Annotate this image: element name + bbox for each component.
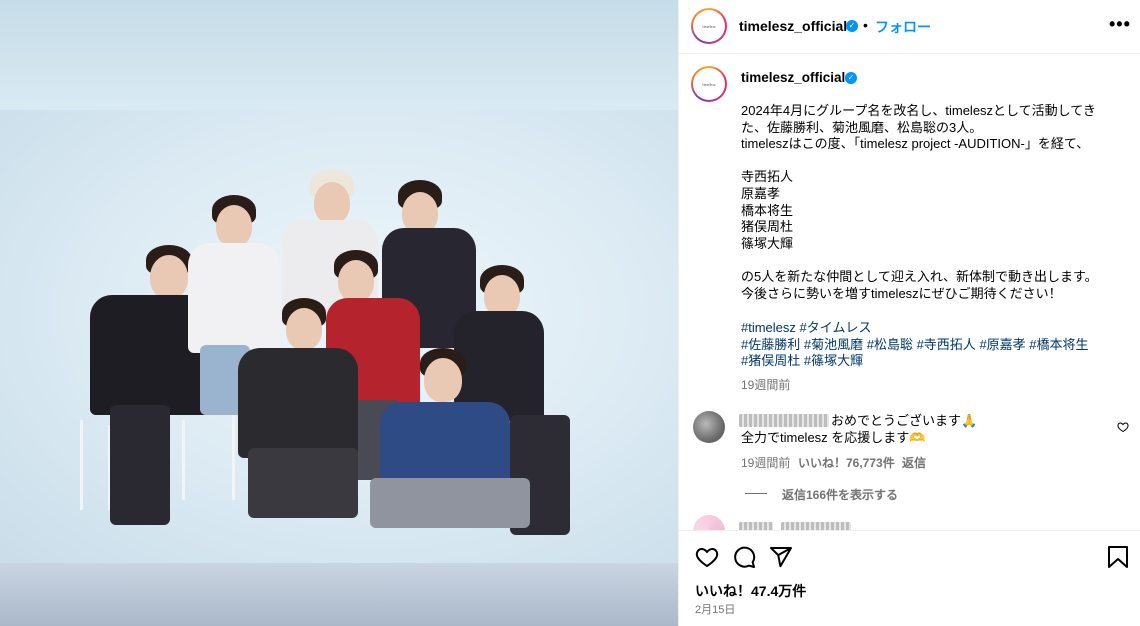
- post-header: timelesz timelesz_official ✓ • フォロー •••: [679, 0, 1140, 54]
- hashtag-link[interactable]: #寺西拓人: [917, 337, 976, 352]
- caption-username[interactable]: timelesz_official: [741, 70, 845, 85]
- group-photo: [0, 110, 678, 563]
- comment-icon[interactable]: [732, 545, 756, 569]
- replies-divider: [745, 493, 767, 494]
- comment-time: 19週間前: [741, 456, 791, 470]
- hashtag-link[interactable]: #timelesz: [741, 320, 796, 335]
- chair-leg: [80, 420, 83, 510]
- photo-bottom-band: [0, 563, 678, 626]
- commenter-username-blurred[interactable]: [739, 414, 829, 427]
- post-likes[interactable]: いいね！47.4万件: [695, 581, 806, 601]
- header-username[interactable]: timelesz_official: [739, 18, 847, 34]
- comment-text: 全力でtimelesz を応援します🫶: [741, 430, 926, 445]
- view-replies-button[interactable]: 返信166件を表示する: [782, 486, 898, 503]
- more-icon[interactable]: •••: [1109, 14, 1131, 35]
- chair-leg: [182, 420, 185, 500]
- hashtag-link[interactable]: #松島聡: [867, 337, 913, 352]
- hashtag-link[interactable]: #菊池風磨: [804, 337, 863, 352]
- hashtag-link[interactable]: #原嘉孝: [979, 337, 1025, 352]
- verified-icon: ✓: [846, 20, 858, 32]
- hashtag-list: #timelesz #タイムレス #佐藤勝利 #菊池風磨 #松島聡 #寺西拓人 …: [741, 320, 1111, 370]
- post-image[interactable]: [0, 0, 678, 626]
- verified-icon: ✓: [845, 72, 857, 84]
- post-date: 2月15日: [695, 604, 736, 616]
- comment-text: おめでとうございます🙏: [831, 413, 978, 428]
- heart-icon[interactable]: [695, 545, 719, 569]
- hashtag-link[interactable]: #橋本将生: [1029, 337, 1088, 352]
- separator-dot: •: [863, 17, 868, 33]
- comment-reply-button[interactable]: 返信: [902, 454, 926, 471]
- caption-text: 2024年4月にグループ名を改名し、timeleszとして活動してきた、佐藤勝利…: [741, 103, 1098, 301]
- hashtag-link[interactable]: #タイムレス: [800, 320, 872, 335]
- follow-button[interactable]: フォロー: [875, 17, 931, 37]
- comment-likes[interactable]: いいね！76,773件: [798, 454, 895, 471]
- hashtag-link[interactable]: #佐藤勝利: [741, 337, 800, 352]
- post-side-panel: timelesz timelesz_official ✓ • フォロー ••• …: [678, 0, 1140, 626]
- heart-icon[interactable]: [1117, 421, 1129, 433]
- profile-avatar[interactable]: timelesz: [691, 8, 727, 44]
- avatar-text: timelesz: [702, 81, 716, 87]
- hashtag-link[interactable]: #猪俣周杜: [741, 353, 800, 368]
- hashtag-link[interactable]: #篠塚大輝: [804, 353, 863, 368]
- caption-time: 19週間前: [741, 378, 791, 392]
- avatar-text: timelesz: [702, 23, 716, 29]
- bookmark-icon[interactable]: [1107, 545, 1129, 569]
- commenter-avatar[interactable]: [693, 411, 725, 443]
- post-actions-bar: いいね！47.4万件 2月15日: [679, 530, 1140, 626]
- photo-top-band: [0, 0, 678, 110]
- share-icon[interactable]: [769, 545, 793, 569]
- chair-leg: [232, 410, 235, 500]
- caption-avatar[interactable]: timelesz: [691, 66, 727, 102]
